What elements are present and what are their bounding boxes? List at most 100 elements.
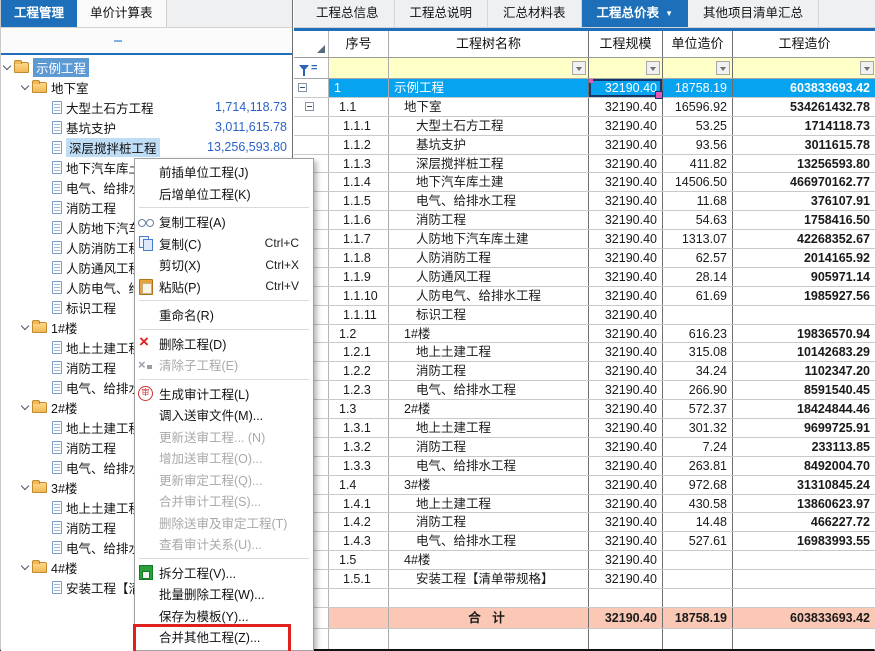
context-menu-item[interactable]: 拆分工程(V)... [135,562,313,584]
context-menu-item[interactable]: 后增单位工程(K) [135,183,313,205]
context-menu-item[interactable]: 复制工程(A) [135,211,313,233]
context-menu-item[interactable]: 前插单位工程(J) [135,161,313,183]
table-row[interactable]: 1.1.11 标识工程 32190.40 [294,306,875,325]
tab[interactable]: 其他项目清单汇总 ▼ [688,0,819,27]
table-row[interactable]: 1.4 3#楼 32190.40 972.68 31310845.24 [294,476,875,495]
context-menu-item[interactable] [135,297,313,304]
context-menu-item[interactable]: 更新审定工程(Q)... [135,469,313,491]
context-menu-item[interactable]: 删除工程(D) [135,333,313,355]
filter-dropdown-icon[interactable] [646,61,660,75]
table-row[interactable]: 1.1.9 人防通风工程 32190.40 28.14 905971.14 [294,268,875,287]
filter-dropdown-icon[interactable] [716,61,730,75]
document-icon [52,261,62,274]
chevron-down-icon[interactable] [21,561,29,569]
context-menu-item[interactable] [135,555,313,562]
table-row[interactable]: 1.2 1#楼 32190.40 616.23 19836570.94 [294,325,875,344]
table-row[interactable]: 1.1.7 人防地下汽车库土建 32190.40 1313.07 4226835… [294,230,875,249]
context-menu-item[interactable]: 删除送审及审定工程(T) [135,512,313,534]
menu-item-label: 粘贴(P) [159,277,201,296]
tree-item[interactable]: 示例工程 [1,57,292,77]
collapse-minus-icon[interactable] [305,102,314,111]
cell-name: 大型土石方工程 [389,117,589,135]
tab[interactable]: 工程总信息 ▼ [301,0,395,27]
table-row[interactable]: 1.3.2 消防工程 32190.40 7.24 233113.85 [294,438,875,457]
left-tab[interactable]: 单价计算表 [77,0,167,27]
chevron-down-icon[interactable] [21,401,29,409]
filter-funnel-icon[interactable] [299,65,309,71]
chevron-down-icon[interactable] [3,61,11,69]
tree-item[interactable]: 地下室 [1,77,292,97]
context-menu-item[interactable]: 批量删除工程(W)... [135,583,313,605]
cell-unitcost: 16596.92 [663,98,733,116]
context-menu-item[interactable]: 合并审计工程(S)... [135,490,313,512]
cell-scale: 32190.40 [589,362,663,380]
table-row[interactable]: 1 示例工程 32190.40 18758.19 603833693.42 [294,79,875,98]
filter-cell[interactable] [389,58,589,78]
column-header-name[interactable]: 工程树名称 [389,31,589,57]
context-menu-item[interactable]: 调入送审文件(M)... [135,404,313,426]
filter-dropdown-icon[interactable] [860,61,874,75]
chevron-down-icon[interactable] [21,481,29,489]
left-tab[interactable]: 工程管理 [1,0,77,27]
filter-cell[interactable] [589,58,663,78]
table-row[interactable]: 1.1.1 大型土石方工程 32190.40 53.25 1714118.73 [294,117,875,136]
tab[interactable]: 汇总材料表 ▼ [488,0,582,27]
filter-cell[interactable] [733,58,875,78]
collapse-minus-icon[interactable] [298,83,307,92]
context-menu-item[interactable]: 生成审计工程(L) [135,383,313,405]
table-row[interactable]: 1.3.1 地上土建工程 32190.40 301.32 9699725.91 [294,419,875,438]
table-row[interactable]: 1.4.1 地上土建工程 32190.40 430.58 13860623.97 [294,495,875,514]
chevron-down-icon[interactable] [21,81,29,89]
context-menu-item[interactable] [135,376,313,383]
column-header-seq[interactable]: 序号 [329,31,389,57]
table-row[interactable]: 1.1.5 电气、给排水工程 32190.40 11.68 376107.91 [294,192,875,211]
filter-dropdown-icon[interactable] [572,61,586,75]
table-row[interactable]: 1.5.1 安装工程【清单带规格】 32190.40 [294,570,875,589]
table-row[interactable]: 1.1.10 人防电气、给排水工程 32190.40 61.69 1985927… [294,287,875,306]
table-row[interactable]: 1.2.2 消防工程 32190.40 34.24 1102347.20 [294,362,875,381]
toolbar-button[interactable] [114,40,122,42]
column-header-scale[interactable]: 工程规模 [589,31,663,57]
table-row[interactable]: 1.1.6 消防工程 32190.40 54.63 1758416.50 [294,211,875,230]
context-menu-item[interactable]: 复制(C) Ctrl+C [135,233,313,255]
document-icon [52,281,62,294]
context-menu-item[interactable]: 剪切(X) Ctrl+X [135,254,313,276]
filter-cell[interactable] [329,58,389,78]
cell-name: 电气、给排水工程 [389,532,589,550]
table-row[interactable]: 1.1.2 基坑支护 32190.40 93.56 3011615.78 [294,136,875,155]
table-row[interactable]: 1.5 4#楼 32190.40 [294,551,875,570]
tab[interactable]: 工程总说明 ▼ [395,0,489,27]
menu-item-icon [135,383,159,403]
table-row[interactable]: 1.1.8 人防消防工程 32190.40 62.57 2014165.92 [294,249,875,268]
table-row[interactable]: 1.3.3 电气、给排水工程 32190.40 263.81 8492004.7… [294,457,875,476]
context-menu-item[interactable]: 清除子工程(E) [135,354,313,376]
context-menu-item[interactable]: 增加送审工程(O)... [135,447,313,469]
tab[interactable]: 工程总价表 ▼ [582,0,688,27]
table-row[interactable]: 1.1.4 地下汽车库土建 32190.40 14506.50 46697016… [294,173,875,192]
filter-cell[interactable] [663,58,733,78]
table-row[interactable]: 1.1 地下室 32190.40 16596.92 534261432.78 [294,98,875,117]
table-row[interactable]: 1.3 2#楼 32190.40 572.37 18424844.46 [294,400,875,419]
context-menu-item[interactable]: 重命名(R) [135,304,313,326]
context-menu-item[interactable]: 合并其他工程(Z)... [135,626,313,648]
table-row[interactable]: 1.2.1 地上土建工程 32190.40 315.08 10142683.29 [294,343,875,362]
context-menu-item[interactable] [135,326,313,333]
chevron-down-icon[interactable]: ▼ [665,0,673,27]
column-header-cost[interactable]: 工程造价 [733,31,875,57]
chevron-down-icon[interactable] [21,321,29,329]
context-menu-item[interactable]: 查看审计关系(U)... [135,533,313,555]
tree-item[interactable]: 大型土石方工程 1,714,118.73 [1,97,292,117]
column-header-unitcost[interactable]: 单位造价 [663,31,733,57]
table-row[interactable]: 1.4.3 电气、给排水工程 32190.40 527.61 16983993.… [294,532,875,551]
context-menu-item[interactable]: 更新送审工程... (N) [135,426,313,448]
tree-item[interactable]: 基坑支护 3,011,615.78 [1,117,292,137]
cell-name: 地上土建工程 [389,495,589,513]
table-row[interactable]: 1.1.3 深层搅拌桩工程 32190.40 411.82 13256593.8… [294,155,875,174]
menu-item-icon [135,233,159,253]
context-menu-item[interactable]: 保存为模板(Y)... [135,605,313,627]
tree-item[interactable]: 深层搅拌桩工程 13,256,593.80 [1,137,292,157]
context-menu-item[interactable]: 粘贴(P) Ctrl+V [135,276,313,298]
table-row[interactable]: 1.2.3 电气、给排水工程 32190.40 266.90 8591540.4… [294,381,875,400]
context-menu-item[interactable] [135,204,313,211]
table-row[interactable]: 1.4.2 消防工程 32190.40 14.48 466227.72 [294,513,875,532]
